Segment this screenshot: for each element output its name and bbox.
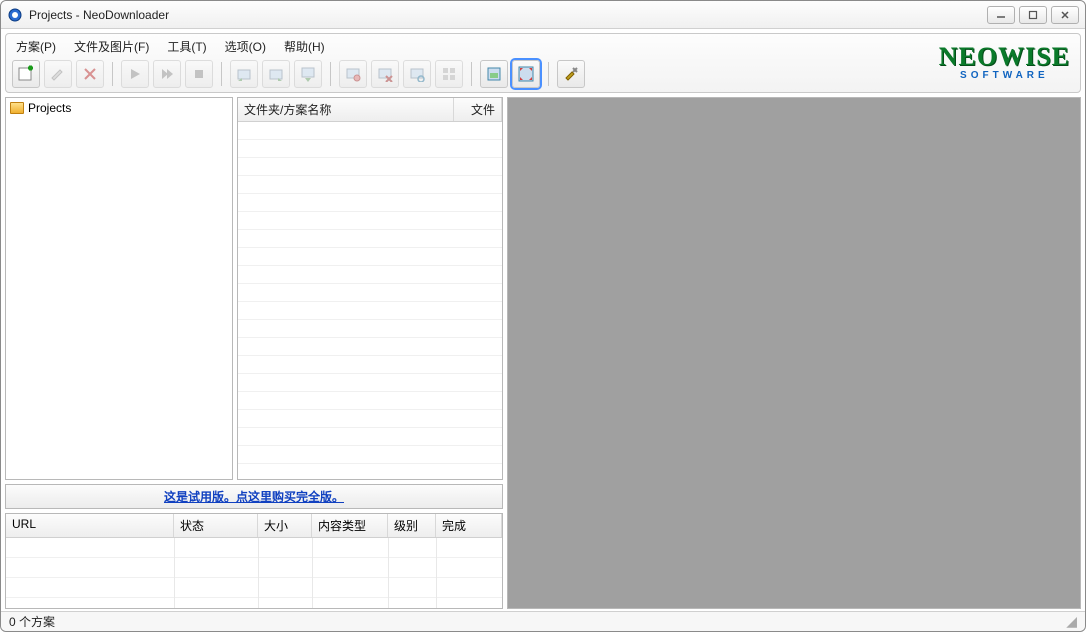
list-row	[238, 122, 502, 140]
tb-view-full-button[interactable]	[512, 60, 540, 88]
list-row	[238, 302, 502, 320]
trial-banner: 这是试用版。点这里购买完全版。	[5, 484, 503, 509]
toolbar-separator	[221, 62, 222, 86]
col-folder-name[interactable]: 文件夹/方案名称	[238, 98, 454, 121]
tb-view-normal-button[interactable]	[480, 60, 508, 88]
list-row	[238, 410, 502, 428]
col-status[interactable]: 状态	[174, 514, 258, 537]
list-row	[238, 320, 502, 338]
list-row	[238, 338, 502, 356]
tb-image-down-button[interactable]	[294, 60, 322, 88]
menu-files[interactable]: 文件及图片(F)	[70, 36, 153, 57]
list-row	[238, 266, 502, 284]
folder-list-rows[interactable]	[238, 122, 502, 479]
app-icon	[7, 7, 23, 23]
tb-grid-button[interactable]	[435, 60, 463, 88]
tb-stop-button[interactable]	[185, 60, 213, 88]
top-row: Projects 文件夹/方案名称 文件	[5, 97, 503, 480]
grid-row	[6, 558, 502, 578]
trial-purchase-link[interactable]: 这是试用版。点这里购买完全版。	[164, 490, 344, 504]
folder-icon	[10, 102, 24, 114]
list-row	[238, 374, 502, 392]
list-row	[238, 140, 502, 158]
tb-edit-button[interactable]	[44, 60, 72, 88]
list-row	[238, 284, 502, 302]
tb-play-all-button[interactable]	[153, 60, 181, 88]
folder-list-header: 文件夹/方案名称 文件	[238, 98, 502, 122]
resize-grip-icon[interactable]: ◢	[1066, 613, 1077, 630]
col-level[interactable]: 级别	[388, 514, 436, 537]
window-title: Projects - NeoDownloader	[29, 8, 987, 22]
toolbar-separator	[112, 62, 113, 86]
maximize-button[interactable]	[1019, 6, 1047, 24]
downloads-grid-panel: URL 状态 大小 内容类型 级别 完成	[5, 513, 503, 609]
list-row	[238, 158, 502, 176]
tb-settings-button[interactable]	[557, 60, 585, 88]
col-url[interactable]: URL	[6, 514, 174, 537]
downloads-grid-rows[interactable]	[6, 538, 502, 608]
toolbar-separator	[471, 62, 472, 86]
menu-plan[interactable]: 方案(P)	[12, 36, 60, 57]
tb-play-button[interactable]	[121, 60, 149, 88]
tb-image-action1-button[interactable]	[339, 60, 367, 88]
close-button[interactable]	[1051, 6, 1079, 24]
tb-delete-button[interactable]	[76, 60, 104, 88]
col-done[interactable]: 完成	[436, 514, 502, 537]
minimize-button[interactable]	[987, 6, 1015, 24]
menubar-container: 方案(P) 文件及图片(F) 工具(T) 选项(O) 帮助(H)	[5, 33, 1081, 93]
projects-tree[interactable]: Projects	[6, 98, 232, 118]
list-row	[238, 194, 502, 212]
projects-tree-panel: Projects	[5, 97, 233, 480]
list-row	[238, 248, 502, 266]
toolbar	[6, 56, 1080, 88]
logo-sub-text: SOFTWARE	[960, 70, 1049, 81]
logo-main-text: NEOWISE	[939, 44, 1070, 70]
titlebar: Projects - NeoDownloader	[1, 1, 1085, 29]
list-row	[238, 212, 502, 230]
folder-list-panel: 文件夹/方案名称 文件	[237, 97, 503, 480]
col-content-type[interactable]: 内容类型	[312, 514, 388, 537]
window-controls	[987, 6, 1079, 24]
downloads-grid-header: URL 状态 大小 内容类型 级别 完成	[6, 514, 502, 538]
toolbar-separator	[548, 62, 549, 86]
grid-row	[6, 538, 502, 558]
col-file[interactable]: 文件	[454, 98, 502, 121]
tb-image-action3-button[interactable]	[403, 60, 431, 88]
left-column: Projects 文件夹/方案名称 文件	[5, 97, 503, 609]
col-size[interactable]: 大小	[258, 514, 312, 537]
tb-image-next-button[interactable]	[262, 60, 290, 88]
tree-root-node[interactable]: Projects	[10, 100, 228, 116]
tb-image-action2-button[interactable]	[371, 60, 399, 88]
list-row	[238, 176, 502, 194]
app-window: Projects - NeoDownloader 方案(P) 文件及图片(F) …	[0, 0, 1086, 632]
menu-tools[interactable]: 工具(T)	[163, 36, 210, 57]
list-row	[238, 392, 502, 410]
list-row	[238, 446, 502, 464]
status-text: 0 个方案	[9, 613, 55, 630]
main-body: Projects 文件夹/方案名称 文件	[1, 97, 1085, 611]
menu-options[interactable]: 选项(O)	[221, 36, 270, 57]
statusbar: 0 个方案 ◢	[1, 611, 1085, 631]
preview-panel	[507, 97, 1081, 609]
toolbar-separator	[330, 62, 331, 86]
grid-row	[6, 578, 502, 598]
tb-add-button[interactable]	[12, 60, 40, 88]
list-row	[238, 356, 502, 374]
menubar: 方案(P) 文件及图片(F) 工具(T) 选项(O) 帮助(H)	[6, 34, 1080, 56]
list-row	[238, 428, 502, 446]
tree-root-label: Projects	[28, 101, 71, 115]
menu-help[interactable]: 帮助(H)	[280, 36, 329, 57]
list-row	[238, 230, 502, 248]
tb-image-prev-button[interactable]	[230, 60, 258, 88]
brand-logo: NEOWISE SOFTWARE	[933, 36, 1076, 88]
